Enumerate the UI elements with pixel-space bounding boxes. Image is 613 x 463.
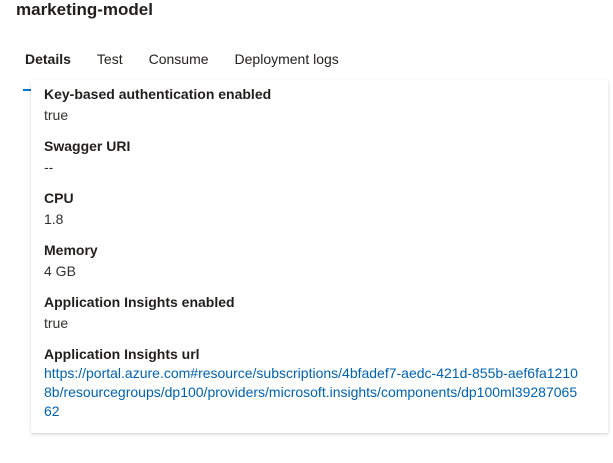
page-title: marketing-model	[16, 0, 153, 19]
app-insights-url-link[interactable]: https://portal.azure.com#resource/subscr…	[44, 365, 578, 419]
field-label: Memory	[44, 242, 98, 258]
field-cpu: CPU 1.8	[44, 189, 584, 229]
field-value: true	[44, 315, 69, 331]
tab-consume[interactable]: Consume	[140, 50, 218, 80]
field-label: Swagger URI	[44, 138, 131, 154]
tab-deployment-logs[interactable]: Deployment logs	[226, 50, 348, 80]
field-swagger-uri: Swagger URI --	[44, 137, 584, 177]
field-label: CPU	[44, 190, 74, 206]
tab-bar: Details Test Consume Deployment logs	[16, 50, 356, 91]
page: marketing-model Details Test Consume Dep…	[0, 0, 613, 463]
field-label: Application Insights url	[44, 346, 200, 362]
field-app-insights-enabled: Application Insights enabled true	[44, 293, 584, 333]
field-app-insights-url: Application Insights url https://portal.…	[44, 345, 584, 421]
field-key-auth: Key-based authentication enabled true	[44, 85, 584, 125]
field-value: 1.8	[44, 211, 64, 227]
field-value: 4 GB	[44, 263, 76, 279]
field-label: Key-based authentication enabled	[44, 86, 272, 102]
field-memory: Memory 4 GB	[44, 241, 584, 281]
field-label: Application Insights enabled	[44, 294, 235, 310]
field-value: true	[44, 107, 69, 123]
details-card: Key-based authentication enabled true Sw…	[31, 80, 608, 433]
tab-details[interactable]: Details	[16, 50, 80, 91]
tab-test[interactable]: Test	[88, 50, 132, 80]
field-value: --	[44, 159, 54, 175]
